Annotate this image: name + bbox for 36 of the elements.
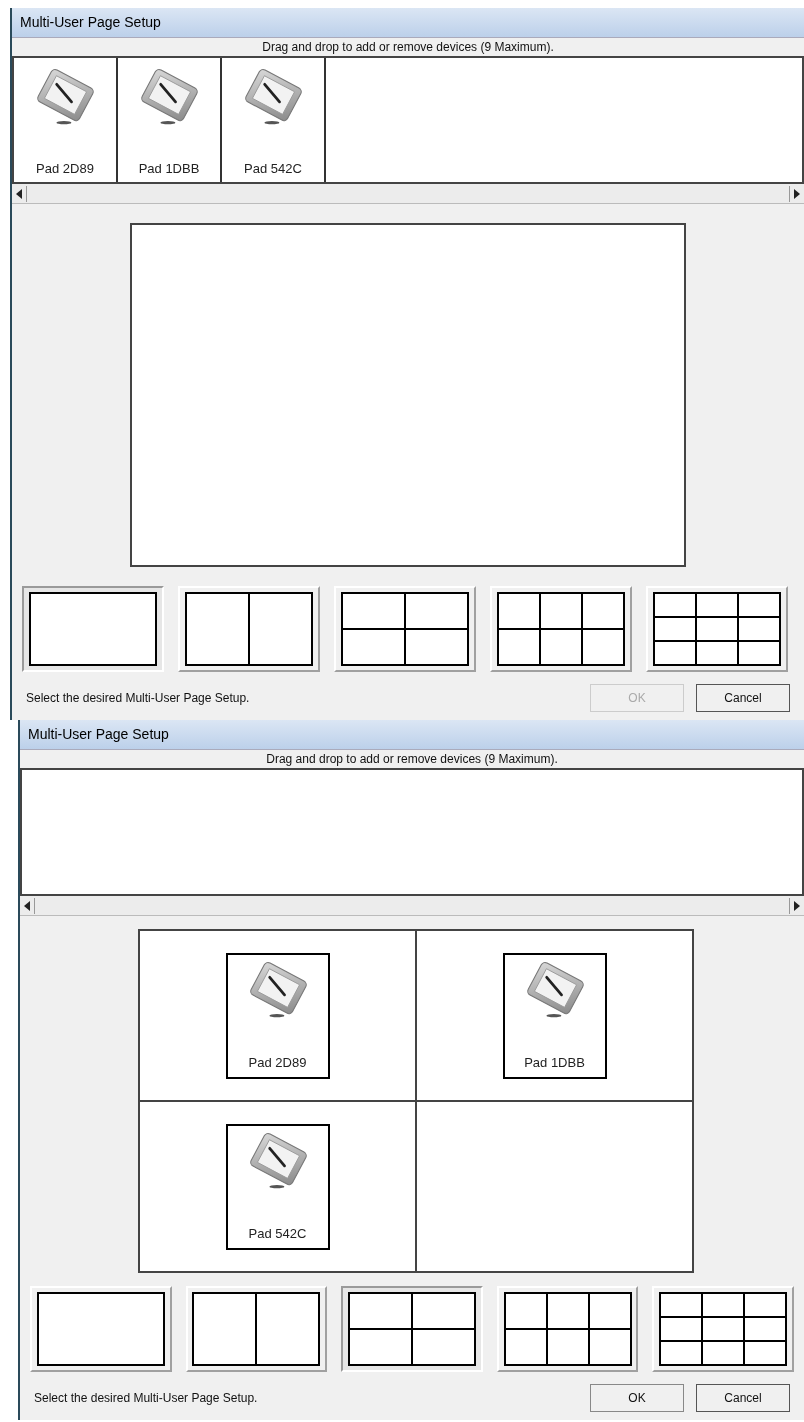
device-label: Pad 2D89	[36, 159, 94, 178]
ok-button[interactable]: OK	[590, 1384, 684, 1412]
device-label: Pad 1DBB	[524, 1054, 585, 1072]
device-label: Pad 1DBB	[138, 159, 200, 178]
scroll-left-icon[interactable]	[24, 900, 30, 911]
grid-layout-icon	[192, 1292, 321, 1366]
device-label: Pad 542C	[248, 1225, 307, 1243]
grid-layout-icon	[185, 592, 313, 666]
cancel-button[interactable]: Cancel	[696, 1384, 790, 1412]
instruction-text: Drag and drop to add or remove devices (9 Maximum).	[262, 39, 554, 56]
instruction-text: Drag and drop to add or remove devices (9 Maximum).	[266, 751, 558, 768]
device-tile[interactable]: Pad 1DBB	[502, 952, 607, 1079]
window-title: Multi-User Page Setup	[28, 725, 169, 744]
cancel-button[interactable]: Cancel	[696, 684, 790, 712]
grid-layout-icon	[503, 1292, 632, 1366]
layout-option[interactable]	[22, 586, 164, 672]
device-label: Pad 542C	[244, 159, 302, 178]
grid-layout-icon	[348, 1292, 476, 1366]
grid-layout-icon	[497, 592, 625, 666]
grid-layout-icon	[659, 1292, 788, 1366]
grid-layout-icon	[36, 1292, 165, 1366]
horizontal-scrollbar[interactable]	[20, 896, 804, 916]
hint-text: Select the desired Multi-User Page Setup.	[34, 1390, 259, 1407]
window-title: Multi-User Page Setup	[20, 13, 161, 32]
hint-text: Select the desired Multi-User Page Setup.	[26, 690, 251, 707]
horizontal-scrollbar[interactable]	[12, 184, 804, 204]
layout-option[interactable]	[341, 1286, 483, 1372]
scroll-right-icon[interactable]	[794, 900, 800, 911]
scroll-left-icon[interactable]	[16, 188, 22, 199]
grid-layout-icon	[29, 592, 157, 666]
scroll-right-icon[interactable]	[794, 188, 800, 199]
device-label: Pad 2D89	[248, 1054, 307, 1072]
device-tile[interactable]: Pad 542C	[225, 1123, 330, 1250]
grid-layout-icon	[341, 592, 469, 666]
device-tile[interactable]: Pad 2D89	[225, 952, 330, 1079]
grid-layout-icon	[653, 592, 781, 666]
